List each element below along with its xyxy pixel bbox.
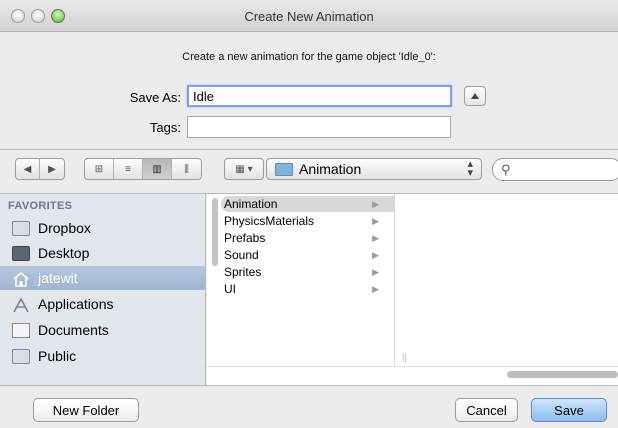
sidebar-item-dropbox[interactable]: Dropbox [0, 216, 205, 240]
divider [0, 385, 618, 386]
search-icon: ⚲ [501, 162, 511, 177]
chevron-right-icon: ▶ [372, 199, 379, 209]
sidebar-item-label: Dropbox [38, 220, 91, 236]
applications-icon [12, 296, 30, 312]
documents-icon [12, 322, 30, 338]
sidebar-item-label: Desktop [38, 245, 90, 261]
chevron-right-icon: ▶ [372, 267, 379, 277]
list-item-label: UI [224, 282, 236, 296]
back-button[interactable]: ◀ [16, 159, 40, 179]
location-popup[interactable]: Animation ▴ ▾ [266, 158, 482, 180]
scrollbar-thumb[interactable] [507, 371, 618, 378]
column-browser: Animation ▶ PhysicsMaterials ▶ Prefabs ▶ So… [207, 194, 618, 385]
sidebar-item-jatewit[interactable]: jatewit [0, 266, 205, 290]
triangle-up-icon [471, 93, 479, 99]
folder-icon [12, 220, 30, 236]
chevron-right-icon: ▶ [48, 163, 56, 175]
coverflow-icon: ⫼ [184, 163, 189, 175]
sidebar-item-label: Public [38, 348, 77, 364]
title-bar: Create New Animation [0, 0, 618, 32]
list-item[interactable]: PhysicsMaterials ▶ [221, 213, 395, 229]
list-item[interactable]: Animation ▶ [221, 196, 395, 212]
chevron-right-icon: ▶ [372, 250, 379, 260]
save-dialog: Create New Animation Create a new animat… [0, 0, 618, 428]
sidebar: FAVORITES Dropbox Desktop jatewit Applic… [0, 194, 206, 385]
chevron-right-icon: ▶ [372, 284, 379, 294]
sidebar-item-label: jatewit [38, 270, 78, 286]
favorites-heading: FAVORITES [8, 200, 73, 212]
list-item-label: Prefabs [224, 231, 266, 245]
new-folder-button[interactable]: New Folder [33, 398, 139, 422]
sidebar-item-documents[interactable]: Documents [0, 318, 205, 342]
cancel-button[interactable]: Cancel [455, 398, 518, 422]
sidebar-item-desktop[interactable]: Desktop [0, 241, 205, 265]
chevron-right-icon: ▶ [372, 216, 379, 226]
horizontal-scrollbar[interactable] [207, 366, 618, 385]
home-icon [12, 271, 30, 287]
updown-arrows-icon: ▴ ▾ [467, 158, 473, 179]
sidebar-item-public[interactable]: Public [0, 344, 205, 368]
sidebar-item-applications[interactable]: Applications [0, 292, 205, 316]
tags-label: Tags: [149, 120, 181, 135]
chevron-right-icon: ▶ [372, 233, 379, 243]
icon-view-button[interactable]: ⊞ [85, 159, 114, 179]
arrange-button[interactable]: ▦ ▾ [224, 158, 264, 180]
folder-icon [275, 163, 293, 176]
expand-dialog-button[interactable] [464, 86, 486, 106]
list-item[interactable]: Sound ▶ [221, 247, 395, 263]
column-view-button[interactable]: ▥ [143, 159, 172, 179]
folder-icon [12, 348, 30, 364]
browser-column: || [396, 194, 618, 366]
navigation-buttons: ◀ ▶ [15, 158, 65, 180]
save-button[interactable]: Save [531, 398, 607, 422]
dialog-prompt: Create a new animation for the game obje… [182, 51, 436, 63]
list-item-label: PhysicsMaterials [224, 214, 315, 228]
arrange-icon: ▦ ▾ [235, 163, 253, 175]
desktop-icon [12, 245, 30, 261]
forward-button[interactable]: ▶ [40, 159, 64, 179]
search-field[interactable]: ⚲ [492, 158, 618, 181]
column-resize-handle[interactable]: || [402, 352, 407, 362]
sidebar-item-label: Applications [38, 296, 114, 312]
save-as-label: Save As: [129, 90, 181, 105]
list-item[interactable]: Sprites ▶ [221, 264, 395, 280]
window-title: Create New Animation [244, 9, 374, 24]
location-label: Animation [299, 161, 362, 177]
list-view-button[interactable]: ≡ [114, 159, 143, 179]
coverflow-view-button[interactable]: ⫼ [172, 159, 201, 179]
chevron-left-icon: ◀ [23, 163, 32, 175]
list-item[interactable]: UI ▶ [221, 281, 395, 297]
browser-column: Animation ▶ PhysicsMaterials ▶ Prefabs ▶ So… [207, 194, 395, 366]
list-item-label: Sprites [224, 265, 262, 279]
columns-icon: ▥ [152, 163, 162, 175]
vertical-scrollbar[interactable] [212, 198, 218, 266]
list-item-label: Sound [224, 248, 259, 262]
grid-icon: ⊞ [94, 163, 104, 175]
list-item[interactable]: Prefabs ▶ [221, 230, 395, 246]
save-as-input[interactable] [187, 85, 452, 107]
list-item-label: Animation [224, 197, 278, 211]
list-icon: ≡ [125, 163, 131, 175]
divider [0, 149, 618, 150]
tags-input[interactable] [187, 116, 451, 138]
sidebar-item-label: Documents [38, 322, 109, 338]
view-mode-buttons: ⊞ ≡ ▥ ⫼ [84, 158, 202, 180]
